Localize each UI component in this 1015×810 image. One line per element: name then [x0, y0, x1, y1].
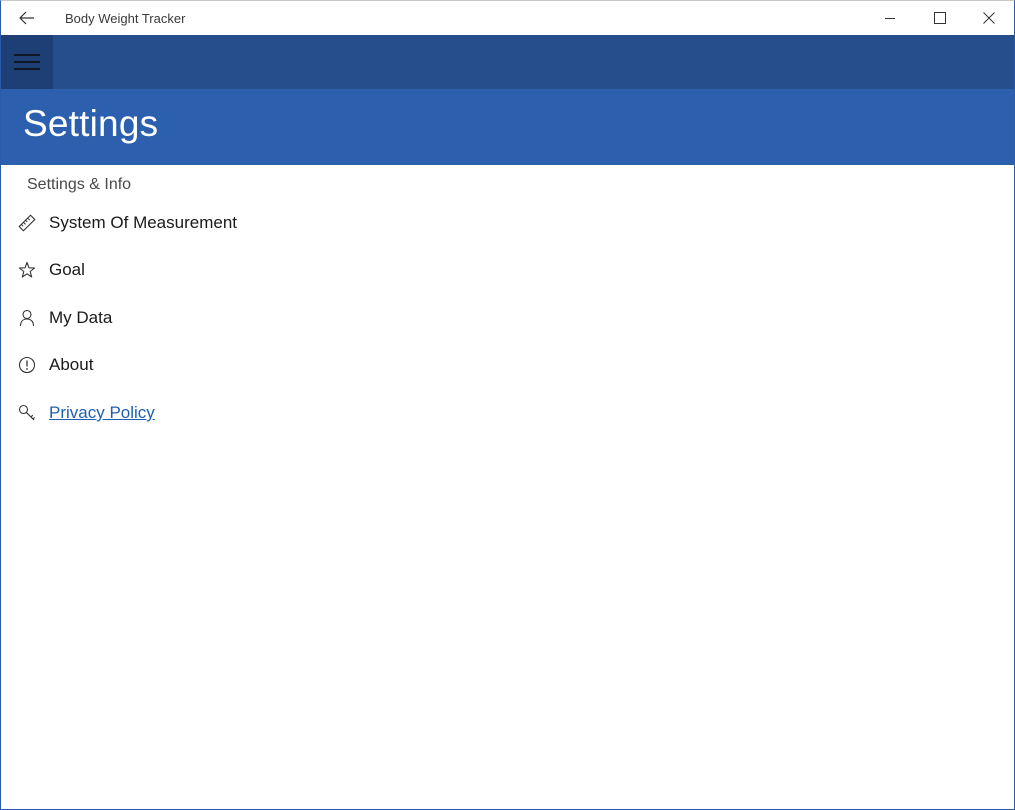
close-icon — [983, 12, 995, 24]
back-button[interactable] — [9, 1, 45, 35]
app-window: Body Weight Tracker Settings Settings & … — [0, 0, 1015, 810]
star-icon — [15, 258, 39, 282]
menu-item-my-data[interactable]: My Data — [15, 300, 415, 336]
menu-item-privacy-policy[interactable]: Privacy Policy — [15, 395, 415, 431]
menu-item-system-of-measurement[interactable]: System Of Measurement — [15, 205, 415, 241]
minimize-icon — [885, 18, 895, 19]
window-title: Body Weight Tracker — [65, 11, 186, 26]
menu-item-label: My Data — [49, 308, 113, 327]
menu-item-about[interactable]: About — [15, 347, 415, 383]
menu-item-goal[interactable]: Goal — [15, 252, 415, 288]
command-bar — [1, 35, 1014, 89]
minimize-button[interactable] — [865, 1, 915, 35]
ruler-icon — [15, 211, 39, 235]
hamburger-icon — [14, 54, 40, 70]
hamburger-menu-button[interactable] — [1, 35, 53, 89]
maximize-button[interactable] — [915, 1, 965, 35]
close-button[interactable] — [964, 1, 1014, 35]
person-icon — [15, 306, 39, 330]
back-arrow-icon — [19, 11, 34, 25]
menu-item-label: Goal — [49, 260, 85, 279]
page-title: Settings — [23, 103, 159, 144]
key-icon — [15, 401, 39, 425]
maximize-icon — [934, 12, 946, 24]
page-header: Settings — [1, 89, 1014, 165]
title-bar: Body Weight Tracker — [1, 1, 1014, 35]
menu-item-label: System Of Measurement — [49, 213, 238, 232]
section-title: Settings & Info — [27, 176, 132, 193]
menu-item-label: About — [49, 355, 94, 374]
privacy-policy-link[interactable]: Privacy Policy — [49, 403, 155, 423]
info-icon — [15, 353, 39, 377]
